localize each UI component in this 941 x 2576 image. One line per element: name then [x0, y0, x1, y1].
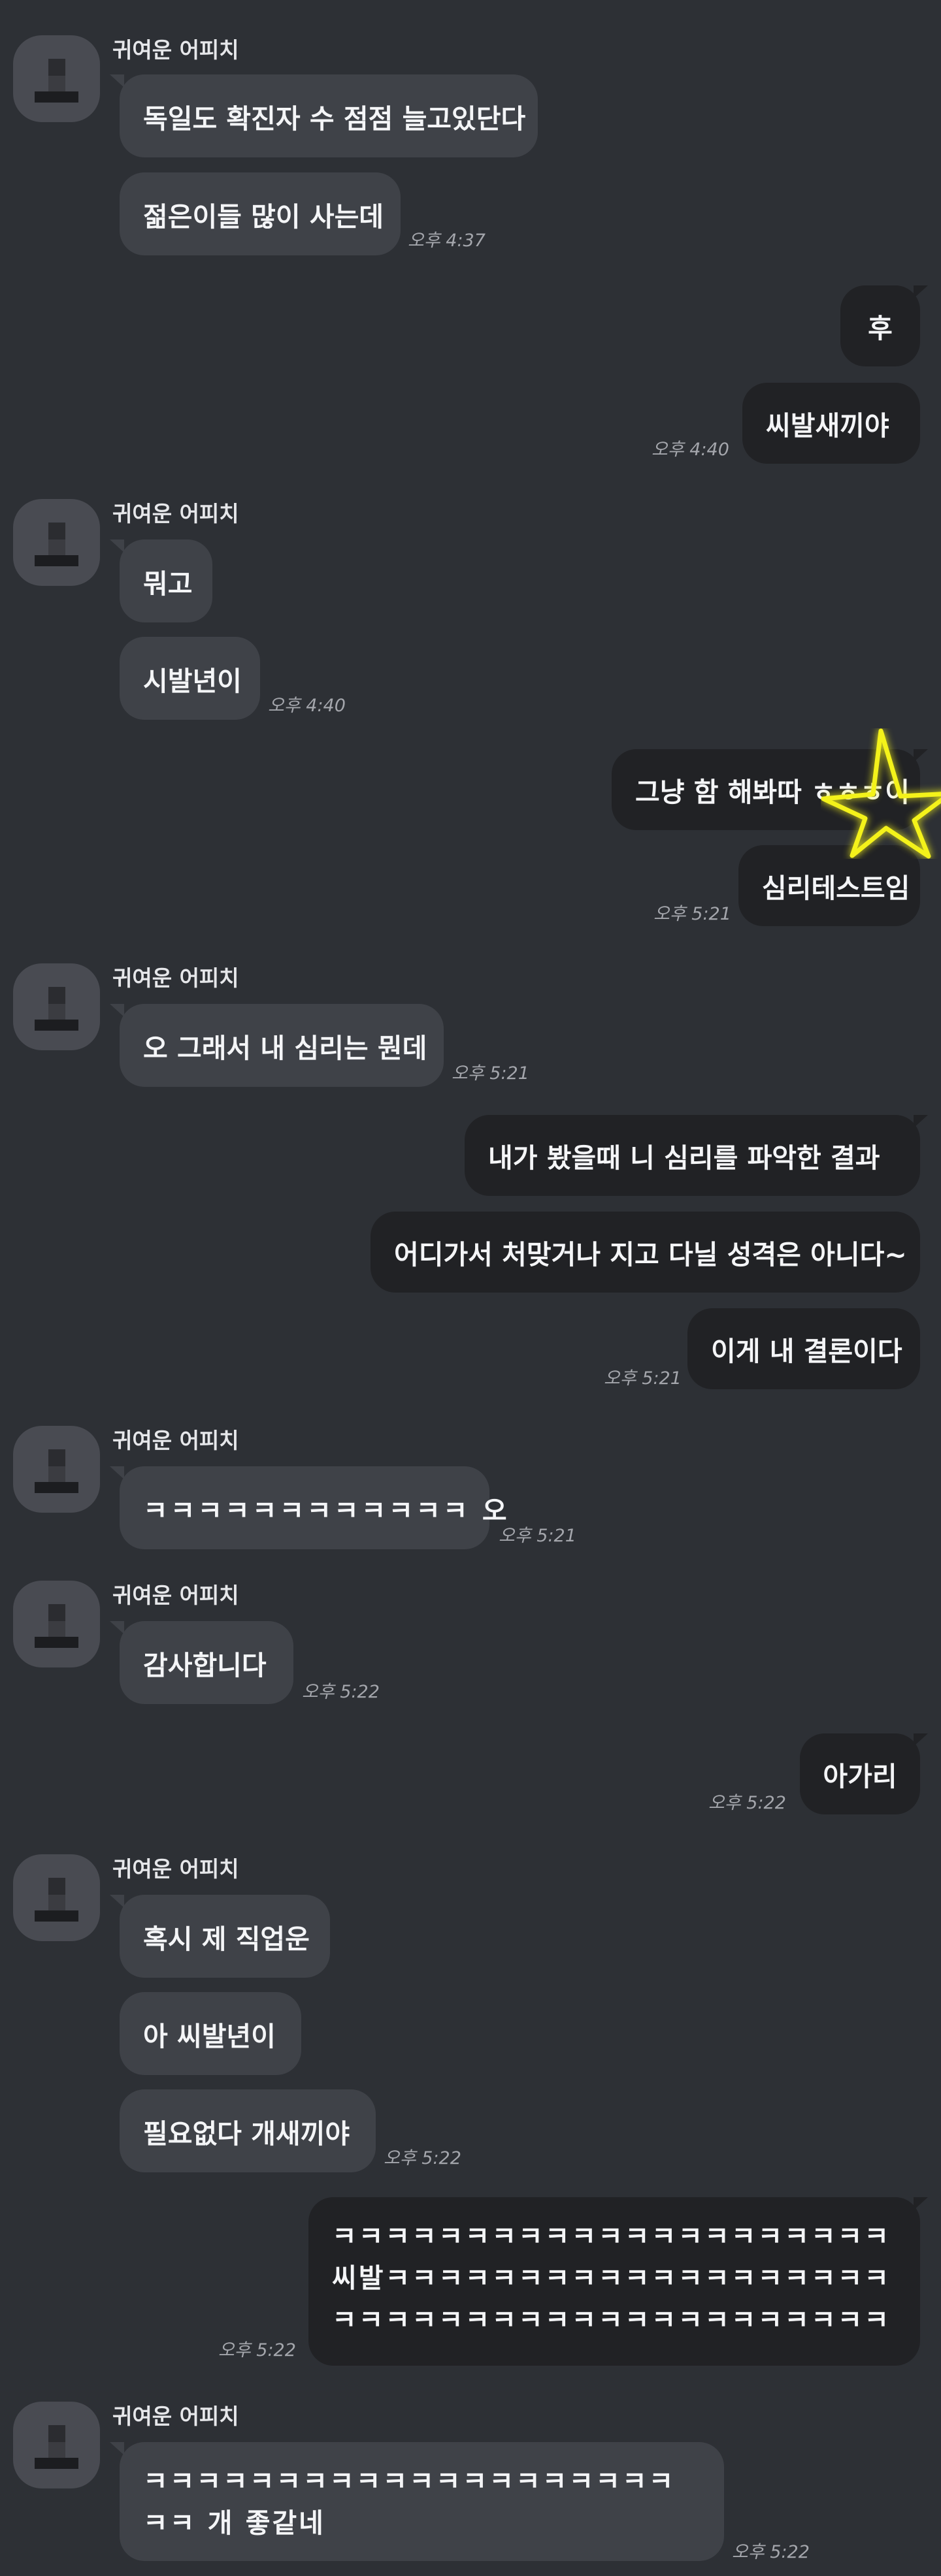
sender-name: 귀여운 어피치	[112, 37, 239, 63]
message-bubble[interactable]: 뭐고	[120, 539, 212, 622]
timestamp: 오후 5:22	[302, 1682, 380, 1702]
timestamp: 오후 5:22	[384, 2148, 461, 2168]
avatar[interactable]	[13, 2402, 100, 2488]
sender-name: 귀여운 어피치	[112, 2404, 239, 2429]
bubble-tail	[110, 1004, 124, 1017]
avatar[interactable]	[13, 499, 100, 586]
message-bubble[interactable]: 어디가서 처맞거나 지고 다닐 성격은 아니다~	[371, 1212, 920, 1293]
bubble-tail	[110, 74, 124, 88]
sender-name: 귀여운 어피치	[112, 501, 239, 526]
timestamp: 오후 5:22	[218, 2340, 296, 2360]
message-bubble[interactable]: 아 씨발년이	[120, 1992, 301, 2075]
timestamp: 오후 4:40	[268, 696, 346, 716]
chat-thread: 귀여운 어피치 독일도 확진자 수 점점 늘고있단다 젊은이들 많이 사는데 오…	[0, 0, 941, 2576]
message-bubble[interactable]: 이게 내 결론이다	[687, 1308, 920, 1389]
message-bubble[interactable]: 독일도 확진자 수 점점 늘고있단다	[120, 74, 538, 157]
sender-name: 귀여운 어피치	[112, 1428, 239, 1453]
bubble-tail	[110, 2442, 124, 2455]
message-bubble[interactable]: 시발년이	[120, 637, 260, 720]
avatar[interactable]	[13, 963, 100, 1050]
timestamp: 오후 5:21	[452, 1063, 529, 1084]
bubble-tail	[110, 1466, 124, 1479]
message-bubble[interactable]: ㅋㅋㅋㅋㅋㅋㅋㅋㅋㅋㅋㅋㅋㅋㅋㅋㅋㅋㅋㅋㅋㅋ 개 좋같네	[120, 2442, 724, 2561]
message-bubble[interactable]: 내가 봤을때 니 심리를 파악한 결과	[465, 1115, 920, 1196]
message-bubble[interactable]: 후	[840, 285, 920, 366]
sender-name: 귀여운 어피치	[112, 1583, 239, 1608]
avatar[interactable]	[13, 35, 100, 122]
timestamp: 오후 4:40	[652, 440, 729, 460]
sender-name: 귀여운 어피치	[112, 1856, 239, 1882]
avatar[interactable]	[13, 1426, 100, 1513]
timestamp: 오후 5:21	[499, 1526, 576, 1546]
timestamp: 오후 5:21	[604, 1368, 682, 1389]
timestamp: 오후 5:22	[732, 2542, 810, 2562]
avatar[interactable]	[13, 1581, 100, 1667]
message-bubble[interactable]: ㅋㅋㅋㅋㅋㅋㅋㅋㅋㅋㅋㅋ 오	[120, 1466, 507, 1549]
message-bubble[interactable]: 혹시 제 직업운	[120, 1895, 330, 1978]
message-bubble[interactable]: 필요없다 개새끼야	[120, 2089, 376, 2172]
avatar[interactable]	[13, 1854, 100, 1941]
timestamp: 오후 5:21	[653, 904, 731, 924]
timestamp: 오후 5:22	[708, 1793, 786, 1813]
message-bubble[interactable]: 오 그래서 내 심리는 뭔데	[120, 1004, 444, 1087]
bubble-tail	[110, 539, 124, 553]
message-bubble[interactable]: 아가리	[800, 1733, 920, 1814]
sender-name: 귀여운 어피치	[112, 965, 239, 991]
timestamp: 오후 4:37	[408, 231, 486, 251]
message-bubble[interactable]: 젊은이들 많이 사는데	[120, 172, 401, 255]
message-bubble[interactable]: 씨발새끼야	[742, 383, 920, 464]
bubble-tail	[110, 1895, 124, 1908]
message-bubble[interactable]: ㅋㅋㅋㅋㅋㅋㅋㅋㅋㅋㅋㅋㅋㅋㅋㅋㅋㅋㅋㅋㅋ씨발ㅋㅋㅋㅋㅋㅋㅋㅋㅋㅋㅋㅋㅋㅋㅋㅋㅋ…	[308, 2197, 920, 2366]
yellow-star-outline-icon	[821, 728, 941, 859]
message-bubble[interactable]: 감사합니다	[120, 1621, 293, 1704]
bubble-tail	[110, 1621, 124, 1634]
